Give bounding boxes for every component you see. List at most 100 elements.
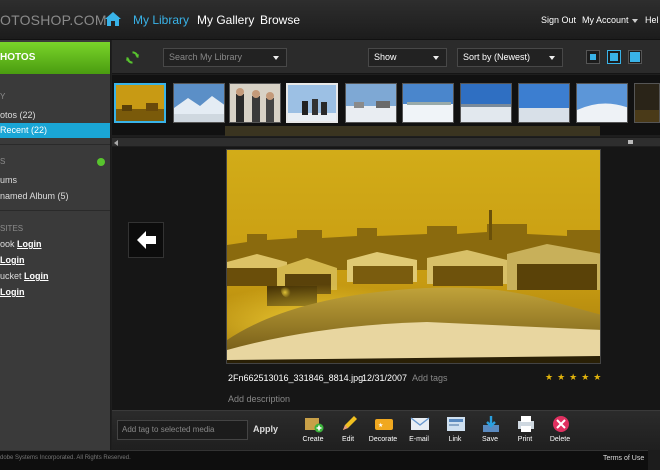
thumb-snow-field[interactable] (402, 83, 454, 123)
save-button[interactable]: Save (473, 414, 507, 446)
view-small-button[interactable] (586, 50, 600, 64)
library-toolbar: Search My Library Show Sort by (Newest) (112, 40, 660, 74)
view-medium-button[interactable] (607, 50, 621, 64)
small-thumbnails-icon (590, 54, 596, 60)
email-button[interactable]: E-mail (402, 414, 436, 446)
rating-stars[interactable]: ★★★★★ (545, 372, 605, 383)
edit-button[interactable]: Edit (331, 414, 365, 446)
thumb-blue-sky[interactable] (460, 83, 512, 123)
my-account-label: My Account (582, 15, 629, 25)
thumb-mountain-snow[interactable] (173, 83, 225, 123)
sidebar-item-photos[interactable]: otos (22) (0, 110, 36, 120)
app-logo: OTOSHOP.COM (0, 12, 107, 28)
thumb-night-town[interactable] (114, 83, 166, 123)
previous-photo-button[interactable] (128, 222, 164, 258)
thumb-people-group[interactable] (229, 83, 281, 123)
print-icon (518, 416, 534, 432)
status-bar-end (648, 450, 660, 470)
sidebar-site-photobucket: ucket Login (0, 271, 49, 281)
filmstrip-reflection (225, 126, 600, 136)
site-name: ucket (0, 271, 22, 281)
print-button[interactable]: Print (508, 414, 542, 446)
main-photo (226, 149, 601, 364)
sort-label: Sort by (Newest) (463, 52, 531, 62)
sidebar-item-recent[interactable]: Recent (22) (0, 125, 47, 135)
add-tags-link[interactable]: Add tags (412, 373, 448, 383)
sidebar-header-photos[interactable]: HOTOS (0, 42, 110, 74)
nav-my-library[interactable]: My Library (133, 13, 189, 27)
thumb-people-sky[interactable] (286, 83, 338, 123)
photo-date: 12/31/2007 (362, 373, 408, 383)
photobucket-login-link[interactable]: Login (24, 271, 49, 281)
chevron-down-icon (549, 56, 555, 60)
home-icon[interactable] (104, 10, 122, 28)
thumb-snow-hill[interactable] (576, 83, 628, 123)
terms-of-use-link[interactable]: Terms of Use (603, 455, 644, 462)
save-icon (483, 416, 499, 432)
decorate-label: Decorate (368, 436, 398, 443)
edit-label: Edit (341, 436, 355, 443)
chevron-down-icon (273, 56, 279, 60)
pencil-icon (343, 416, 357, 430)
show-dropdown[interactable]: Show (368, 48, 447, 67)
create-label: Create (302, 436, 324, 443)
facebook-login-link[interactable]: Login (17, 239, 42, 249)
medium-thumbnails-icon (610, 53, 618, 61)
site4-login-link[interactable]: Login (0, 287, 25, 297)
sidebar-site-4: Login (0, 287, 25, 297)
print-label: Print (517, 436, 533, 443)
apply-button[interactable]: Apply (253, 424, 278, 434)
link-icon (447, 417, 465, 431)
photo-filename: 2Fn662513016_331846_8814.jpg (228, 373, 364, 383)
create-button[interactable]: Create (296, 414, 330, 446)
my-account-menu[interactable]: My Account (582, 15, 638, 25)
add-album-icon[interactable] (97, 158, 105, 166)
save-label: Save (482, 436, 498, 443)
thumb-image (116, 85, 164, 121)
refresh-icon[interactable] (126, 51, 139, 64)
chevron-down-icon (631, 18, 638, 23)
decorate-button[interactable]: ★ Decorate (366, 414, 400, 446)
help-link[interactable]: Hel (645, 15, 659, 25)
search-placeholder: Search My Library (169, 52, 243, 62)
thumb-image (403, 84, 453, 122)
sidebar-item-unnamed-album[interactable]: named Album (5) (0, 191, 69, 201)
top-bar: OTOSHOP.COM My Library My Gallery Browse… (0, 0, 660, 40)
library-sidebar: HOTOS Y otos (22) Recent (22) S ums name… (0, 40, 111, 450)
nav-my-gallery[interactable]: My Gallery (197, 13, 254, 27)
arrow-left-icon (137, 231, 156, 249)
sidebar-section-sites: SITES (0, 224, 24, 233)
thumb-dark-partial[interactable] (634, 83, 660, 123)
thumb-image (577, 84, 627, 122)
sort-dropdown[interactable]: Sort by (Newest) (457, 48, 563, 67)
sidebar-divider (0, 144, 110, 145)
thumb-snow-village[interactable] (345, 83, 397, 123)
sidebar-section-albums: S (0, 157, 6, 166)
thumb-image (230, 84, 280, 122)
search-library-input[interactable]: Search My Library (163, 48, 287, 67)
sign-out-link[interactable]: Sign Out (541, 15, 576, 25)
scroll-left-icon[interactable] (114, 140, 118, 146)
thumb-image (174, 84, 224, 122)
thumb-image (635, 84, 659, 122)
chevron-down-icon (433, 56, 439, 60)
copyright-text: dobe Systems Incorporated. All Rights Re… (0, 455, 131, 461)
sidebar-site-2: Login (0, 255, 25, 265)
add-description-link[interactable]: Add description (228, 394, 290, 404)
link-button[interactable]: Link (438, 414, 472, 446)
decorate-icon: ★ (375, 419, 393, 430)
email-icon (410, 417, 430, 430)
thumb-sky-panorama[interactable] (518, 83, 570, 123)
filmstrip (112, 75, 660, 136)
large-thumbnails-icon (630, 52, 640, 62)
add-tag-input[interactable]: Add tag to selected media (117, 420, 248, 440)
thumb-image (461, 84, 511, 122)
view-large-button[interactable] (628, 50, 642, 64)
site2-login-link[interactable]: Login (0, 255, 25, 265)
photoshop-express-window: OTOSHOP.COM My Library My Gallery Browse… (0, 0, 660, 470)
filmstrip-scrollbar[interactable] (112, 137, 660, 146)
sidebar-item-albums[interactable]: ums (0, 175, 17, 185)
nav-browse[interactable]: Browse (260, 13, 300, 27)
scroll-grip-icon[interactable] (628, 140, 633, 144)
delete-button[interactable]: Delete (543, 414, 577, 446)
